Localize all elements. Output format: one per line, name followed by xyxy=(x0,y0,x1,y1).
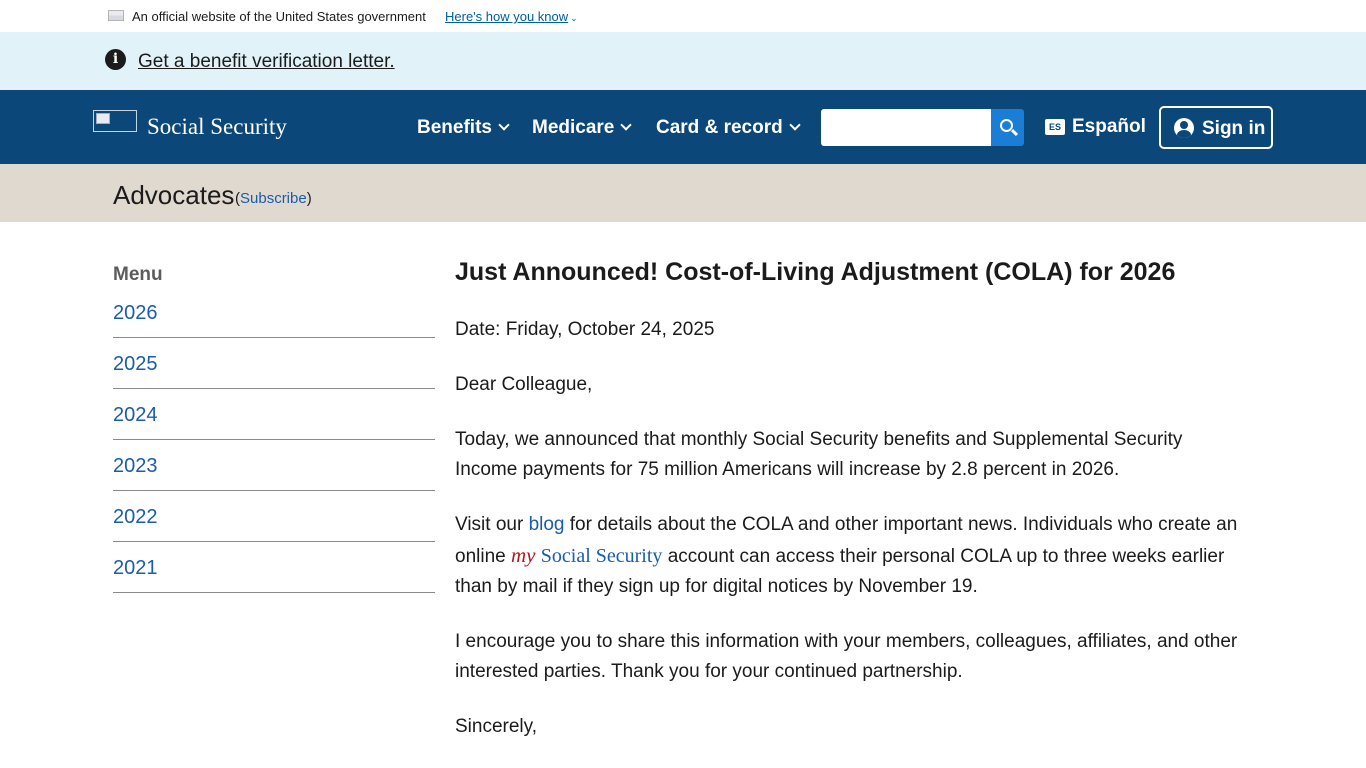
nav-medicare[interactable]: Medicare xyxy=(532,117,633,139)
social-security-logo-text: Social Security xyxy=(540,545,663,567)
gov-banner: An official website of the United States… xyxy=(0,0,1366,32)
my-social-security-link[interactable]: my Social Security xyxy=(511,543,663,567)
my-logo-text: my xyxy=(511,543,536,567)
how-you-know-label: Here's how you know xyxy=(445,9,569,24)
nav-medicare-label: Medicare xyxy=(532,117,615,138)
main-article: Just Announced! Cost-of-Living Adjustmen… xyxy=(455,257,1245,767)
search-icon-handle xyxy=(1010,128,1019,137)
section-subheader: Advocates (Subscribe) xyxy=(0,164,1366,222)
chevron-down-icon xyxy=(789,119,801,131)
article-paragraph-1: Today, we announced that monthly Social … xyxy=(455,429,1183,480)
subscribe-wrapper: (Subscribe) xyxy=(235,190,312,207)
close-paren: ) xyxy=(306,190,312,207)
article-greeting: Dear Colleague, xyxy=(455,374,593,395)
how-you-know-link[interactable]: Here's how you know ⌄ xyxy=(445,9,578,24)
chevron-down-icon xyxy=(620,119,633,131)
article-paragraph-3: I encourage you to share this informatio… xyxy=(455,631,1238,682)
alert-bar: i Get a benefit verification letter. xyxy=(0,32,1366,90)
subscribe-link[interactable]: Subscribe xyxy=(240,190,307,207)
sign-in-label: Sign in xyxy=(1202,118,1266,139)
sidebar-menu: Menu 2026 2025 2024 2023 2022 2021 xyxy=(113,262,435,593)
ssa-logo-icon[interactable] xyxy=(93,110,137,132)
article-closing: Sincerely, xyxy=(455,716,538,737)
nav-benefits-label: Benefits xyxy=(417,117,492,138)
info-icon: i xyxy=(105,49,126,70)
gov-banner-text: An official website of the United States… xyxy=(132,9,426,24)
blog-link[interactable]: blog xyxy=(529,514,565,535)
sidebar-item-2022[interactable]: 2022 xyxy=(113,491,435,542)
section-title: Advocates xyxy=(113,180,235,210)
nav-benefits[interactable]: Benefits xyxy=(417,117,510,139)
chevron-down-icon xyxy=(498,119,510,131)
nav-card-record[interactable]: Card & record xyxy=(656,117,801,139)
sign-in-button[interactable]: Sign in xyxy=(1159,106,1273,149)
sidebar-item-2021[interactable]: 2021 xyxy=(113,542,435,593)
sidebar-item-2023[interactable]: 2023 xyxy=(113,440,435,491)
espanol-label: Español xyxy=(1072,116,1146,137)
espanol-link[interactable]: ES Español xyxy=(1045,116,1146,138)
nav-card-record-label: Card & record xyxy=(656,117,783,138)
menu-list: 2026 2025 2024 2023 2022 2021 xyxy=(113,302,435,593)
benefit-verification-link[interactable]: Get a benefit verification letter. xyxy=(138,51,395,73)
chevron-down-icon: ⌄ xyxy=(570,13,578,23)
para2-prefix: Visit our xyxy=(455,514,529,535)
sidebar-item-2024[interactable]: 2024 xyxy=(113,389,435,440)
sidebar-item-2026[interactable]: 2026 xyxy=(113,302,435,338)
sidebar-item-2025[interactable]: 2025 xyxy=(113,338,435,389)
search-button[interactable] xyxy=(991,109,1024,146)
article-paragraph-2: Visit our blog for details about the COL… xyxy=(455,510,1245,602)
article-date: Date: Friday, October 24, 2025 xyxy=(455,319,715,340)
site-header: Social Security Benefits Medicare Card &… xyxy=(0,90,1366,164)
menu-heading: Menu xyxy=(113,264,163,285)
search-input[interactable] xyxy=(821,109,992,146)
us-flag-icon xyxy=(108,10,124,21)
user-icon xyxy=(1174,118,1194,138)
article-title: Just Announced! Cost-of-Living Adjustmen… xyxy=(455,258,1176,286)
language-icon: ES xyxy=(1045,119,1065,135)
site-logo-text[interactable]: Social Security xyxy=(147,114,287,140)
